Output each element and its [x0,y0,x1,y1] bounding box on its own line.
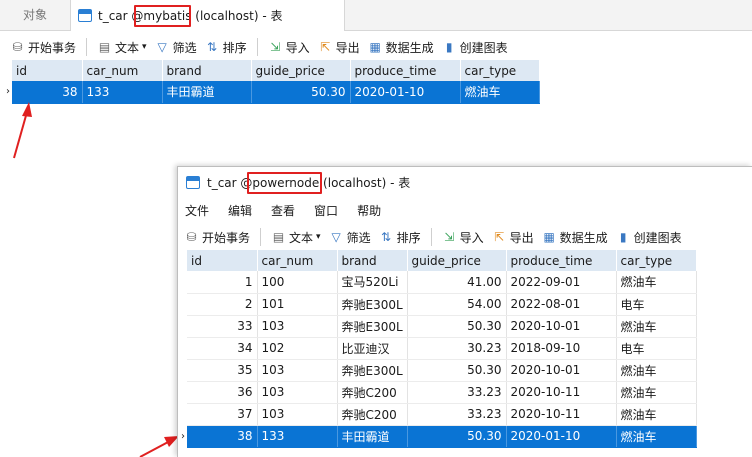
text-button[interactable]: ▤ 文本 ▾ [267,226,325,248]
menu-view[interactable]: 查看 [264,202,307,219]
cell-car-type[interactable]: 燃油车 [616,381,697,404]
table-row[interactable]: 36 103 奔驰C200 33.23 2020-10-11 燃油车 [187,381,697,404]
table-row[interactable]: 37 103 奔驰C200 33.23 2020-10-11 燃油车 [187,403,697,426]
table-row-selected[interactable]: 38 133 丰田霸道 50.30 2020-01-10 燃油车 [187,425,697,448]
cell-id[interactable]: 2 [187,293,258,316]
column-header[interactable]: brand [337,250,408,271]
table-window-powernode: t_car @powernode (localhost) - 表 文件 编辑 查… [177,166,752,457]
sort-icon: ⇅ [381,229,392,244]
cell-car-num[interactable]: 102 [257,337,338,360]
cell-produce-time[interactable]: 2020-10-11 [506,403,617,426]
window-title: t_car @powernode (localhost) - 表 [207,175,411,190]
cell-car-type[interactable]: 电车 [616,293,697,316]
filter-button[interactable]: ▽ 筛选 [325,226,375,248]
cell-guide-price[interactable]: 54.00 [407,293,507,316]
transaction-icon: ⛁ [186,229,197,244]
cell-produce-time[interactable]: 2020-10-01 [506,315,617,338]
cell-id[interactable]: 37 [187,403,258,426]
menu-bar: 文件 编辑 查看 窗口 帮助 [178,199,393,221]
cell-brand[interactable]: 比亚迪汉 [337,337,408,360]
menu-window[interactable]: 窗口 [307,202,350,219]
cell-guide-price[interactable]: 30.23 [407,337,507,360]
cell-brand[interactable]: 奔驰C200 [337,381,408,404]
export-button[interactable]: ⇱ 导出 [488,226,538,248]
arrow-annotation-top [13,102,32,159]
cell-car-type[interactable]: 燃油车 [616,403,697,426]
cell-produce-time[interactable]: 2018-09-10 [506,337,617,360]
cell-car-num[interactable]: 103 [257,403,338,426]
cell-car-type[interactable]: 燃油车 [616,315,697,338]
cell-car-num[interactable]: 103 [257,315,338,338]
cell-brand[interactable]: 奔驰E300L [337,293,408,316]
column-header[interactable]: id [187,250,258,271]
cell-guide-price[interactable]: 41.00 [407,271,507,294]
cell-brand[interactable]: 奔驰E300L [337,315,408,338]
table-row[interactable]: 34 102 比亚迪汉 30.23 2018-09-10 电车 [187,337,697,360]
cell-brand[interactable]: 奔驰E300L [337,359,408,382]
document-icon: ▤ [272,229,285,244]
menu-edit[interactable]: 编辑 [221,202,264,219]
toolbar-divider [430,228,432,246]
cell-car-num[interactable]: 103 [257,359,338,382]
cell-produce-time[interactable]: 2020-01-10 [506,425,617,448]
cell-brand[interactable]: 丰田霸道 [337,425,408,448]
table-icon [186,175,200,189]
table-row[interactable]: 2 101 奔驰E300L 54.00 2022-08-01 电车 [187,293,697,316]
cell-id[interactable]: 38 [187,425,258,448]
cell-car-num[interactable]: 103 [257,381,338,404]
data-grid-bottom: id car_num brand guide_price produce_tim… [187,250,697,448]
arrow-annotation-bottom [139,436,179,457]
cell-id[interactable]: 36 [187,381,258,404]
data-generation-icon: ▦ [543,229,555,244]
cell-produce-time[interactable]: 2022-08-01 [506,293,617,316]
create-chart-button[interactable]: ▮ 创建图表 [612,226,686,248]
menu-help[interactable]: 帮助 [350,202,393,219]
chart-icon: ▮ [619,229,627,244]
cell-produce-time[interactable]: 2020-10-11 [506,381,617,404]
toolbar-divider [260,228,262,246]
column-header[interactable]: car_type [616,250,697,271]
cell-guide-price[interactable]: 33.23 [407,403,507,426]
window-db-name: powernode [252,175,320,190]
import-button[interactable]: ⇲ 导入 [438,226,488,248]
cell-id[interactable]: 34 [187,337,258,360]
export-icon: ⇱ [494,229,505,244]
toolbar-bottom: ⛁ 开始事务 ▤ 文本 ▾ ▽ 筛选 ⇅ 排序 ⇲ 导入 ⇱ 导出 ▦ 数据生成 ▮ 创建图表 [178,223,686,251]
sort-button[interactable]: ⇅ 排序 [375,226,425,248]
cell-guide-price[interactable]: 50.30 [407,425,507,448]
cell-car-num[interactable]: 100 [257,271,338,294]
cell-guide-price[interactable]: 33.23 [407,381,507,404]
cell-id[interactable]: 35 [187,359,258,382]
chevron-down-icon: ▾ [316,232,321,242]
cell-car-type[interactable]: 燃油车 [616,425,697,448]
row-pointer-icon: › [181,431,185,442]
table-row[interactable]: 33 103 奔驰E300L 50.30 2020-10-01 燃油车 [187,315,697,338]
import-icon: ⇲ [444,229,455,244]
table-row[interactable]: 1 100 宝马520Li 41.00 2022-09-01 燃油车 [187,271,697,294]
cell-car-type[interactable]: 燃油车 [616,271,697,294]
column-header[interactable]: guide_price [407,250,507,271]
menu-file[interactable]: 文件 [178,202,221,219]
cell-brand[interactable]: 奔驰C200 [337,403,408,426]
table-row[interactable]: 35 103 奔驰E300L 50.30 2020-10-01 燃油车 [187,359,697,382]
cell-guide-price[interactable]: 50.30 [407,315,507,338]
cell-brand[interactable]: 宝马520Li [337,271,408,294]
window-title-bar: t_car @powernode (localhost) - 表 [178,167,752,197]
cell-car-num[interactable]: 101 [257,293,338,316]
cell-id[interactable]: 33 [187,315,258,338]
begin-transaction-button[interactable]: ⛁ 开始事务 [180,226,254,248]
grid-header: id car_num brand guide_price produce_tim… [187,250,697,271]
cell-guide-price[interactable]: 50.30 [407,359,507,382]
filter-icon: ▽ [331,229,341,244]
column-header[interactable]: car_num [257,250,338,271]
cell-produce-time[interactable]: 2022-09-01 [506,271,617,294]
cell-car-num[interactable]: 133 [257,425,338,448]
cell-id[interactable]: 1 [187,271,258,294]
cell-car-type[interactable]: 电车 [616,337,697,360]
cell-car-type[interactable]: 燃油车 [616,359,697,382]
column-header[interactable]: produce_time [506,250,617,271]
data-generation-button[interactable]: ▦ 数据生成 [538,226,612,248]
cell-produce-time[interactable]: 2020-10-01 [506,359,617,382]
